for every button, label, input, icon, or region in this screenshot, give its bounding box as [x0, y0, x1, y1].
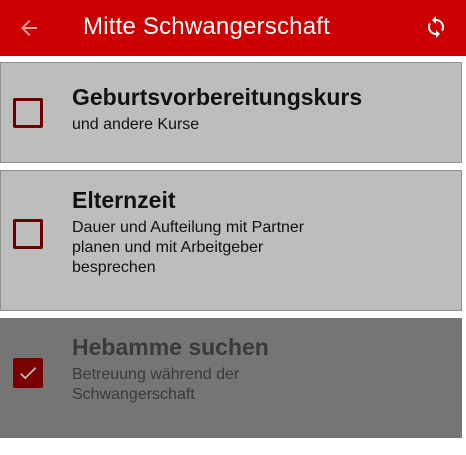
sync-icon: [428, 16, 444, 38]
back-button[interactable]: [14, 14, 44, 42]
item-subtitle: Betreuung während der Schwangerschaft: [72, 366, 240, 403]
arrow-left-icon: [21, 20, 37, 36]
item-subtitle: Dauer und Aufteilung mit Partner planen …: [72, 219, 305, 276]
item-checkbox[interactable]: [13, 219, 43, 249]
app-screen: Mitte Schwangerschaft Geburtsvorbereitun…: [0, 0, 466, 455]
list-item-geburtsvorbereitungskurs[interactable]: Geburtsvorbereitungskurs und andere Kurs…: [0, 62, 462, 163]
list-item-hebamme-suchen[interactable]: Hebamme suchen Betreuung während der Sch…: [0, 318, 462, 438]
item-title: Hebamme suchen: [72, 334, 269, 360]
page-title: Mitte Schwangerschaft: [83, 13, 330, 40]
item-title: Elternzeit: [72, 187, 176, 213]
checkmark-icon: [20, 367, 37, 380]
item-checkbox[interactable]: [13, 98, 43, 128]
toolbar: Mitte Schwangerschaft: [0, 0, 466, 56]
item-checkbox-checked[interactable]: [13, 358, 43, 388]
item-subtitle: und andere Kurse: [72, 116, 200, 133]
item-title: Geburtsvorbereitungskurs: [72, 84, 363, 110]
refresh-button[interactable]: [422, 13, 450, 41]
list-item-elternzeit[interactable]: Elternzeit Dauer und Aufteilung mit Part…: [0, 170, 462, 311]
